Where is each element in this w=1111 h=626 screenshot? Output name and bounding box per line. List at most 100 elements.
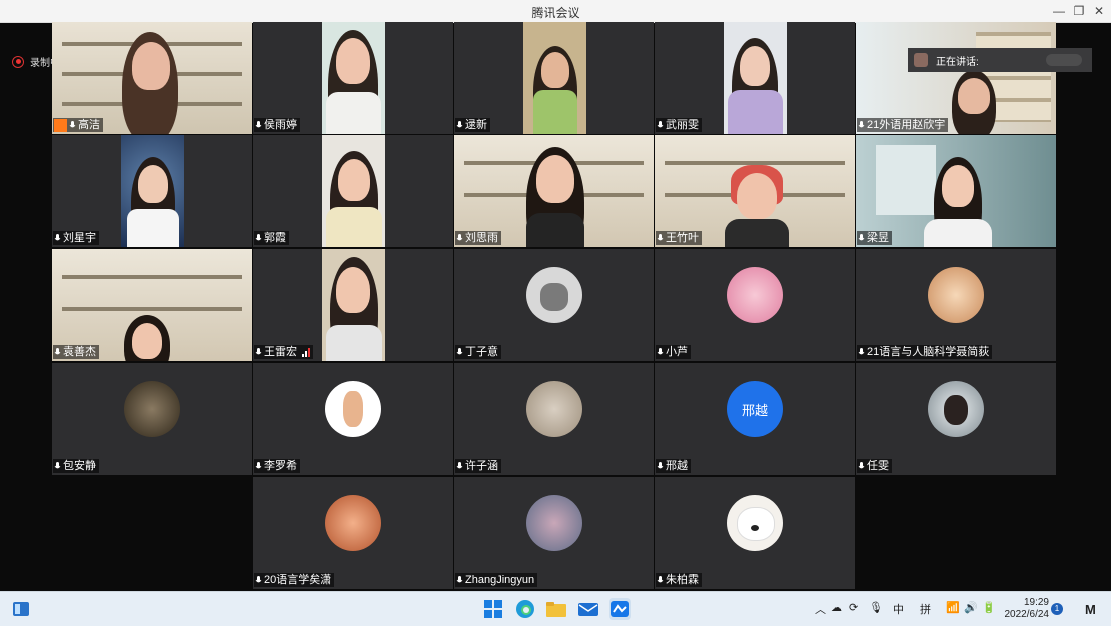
participant-tile[interactable]: 任雯 (856, 363, 1056, 475)
taskbar: ︿ ☁ ⟳ 🎙 中 拼 📶 🔊 🔋 19:29 2022/6/24 1 M (0, 591, 1111, 626)
participant-avatar (526, 381, 582, 437)
notification-badge[interactable]: 1 (1051, 603, 1063, 615)
participant-name: 刘思雨 (465, 232, 498, 244)
participant-name-bar: 郭霞 (254, 231, 289, 245)
participant-avatar (928, 381, 984, 437)
participant-tile[interactable]: 袁善杰 (52, 249, 252, 361)
participant-name: 邢越 (666, 460, 688, 472)
close-button[interactable]: ✕ (1088, 2, 1110, 20)
participant-tile[interactable]: 朱柏霖 (655, 477, 855, 589)
participant-name-bar: 梁昱 (857, 231, 892, 245)
restore-button[interactable]: ❐ (1068, 2, 1090, 20)
speaker-name-blurred (1046, 54, 1082, 66)
participant-name: 朱柏霖 (666, 574, 699, 586)
participant-tile[interactable]: 郭霞 (253, 135, 453, 247)
signal-strength-icon (302, 347, 310, 357)
tray-overflow-icon[interactable]: ︿ (815, 601, 826, 617)
sync-icon[interactable]: ⟳ (849, 601, 858, 614)
mic-icon (858, 347, 865, 357)
participant-tile[interactable]: 邢越 邢越 (655, 363, 855, 475)
start-icon[interactable] (482, 598, 504, 620)
ime-name[interactable]: 拼 (920, 601, 931, 617)
participant-name-bar: 许子涵 (455, 459, 501, 473)
participant-tile[interactable]: 梁昱 (856, 135, 1056, 247)
mic-icon (54, 347, 61, 357)
participant-tile[interactable]: 包安静 (52, 363, 252, 475)
minimize-button[interactable]: — (1048, 2, 1070, 20)
speaking-label: 正在讲话: (936, 56, 979, 68)
participant-tile[interactable]: 侯雨婷 (253, 22, 453, 134)
wifi-icon[interactable]: 📶 (946, 601, 960, 614)
battery-icon[interactable]: 🔋 (982, 601, 996, 614)
participant-name: 袁善杰 (63, 346, 96, 358)
participant-tile[interactable]: 逯新 (454, 22, 654, 134)
mail-icon[interactable] (577, 598, 599, 620)
participant-tile[interactable]: 21语言与人脑科学聂简荻 (856, 249, 1056, 361)
participant-name: 21外语用赵欣宇 (867, 119, 946, 131)
mic-icon (54, 461, 61, 471)
mic-icon (657, 120, 664, 130)
participant-tile[interactable]: 王竹叶 (655, 135, 855, 247)
microphone-icon[interactable]: 🎙 (869, 601, 883, 614)
widgets-icon[interactable] (10, 598, 32, 620)
file-explorer-icon[interactable] (545, 598, 567, 620)
participant-name: 梁昱 (867, 232, 889, 244)
participant-name-bar: 李罗希 (254, 459, 300, 473)
participant-avatar (325, 495, 381, 551)
participant-name-bar: 邢越 (656, 459, 691, 473)
participant-video (724, 22, 787, 134)
svg-text:M: M (1085, 602, 1096, 617)
participant-tile[interactable]: 武丽雯 (655, 22, 855, 134)
participant-name: 王竹叶 (666, 232, 699, 244)
participant-video (121, 135, 184, 247)
mic-icon (858, 233, 865, 243)
clock-time: 19:29 (1023, 597, 1049, 608)
input-method-icon[interactable]: M (1084, 598, 1106, 620)
participant-name: 21语言与人脑科学聂简荻 (867, 346, 990, 358)
participant-tile[interactable]: 刘星宇 (52, 135, 252, 247)
participant-name: 丁子意 (465, 346, 498, 358)
tencent-meeting-icon[interactable] (609, 598, 631, 620)
mic-icon (858, 120, 865, 130)
participant-name-bar: 袁善杰 (53, 345, 99, 359)
participant-name: 王雷宏 (264, 346, 297, 358)
participant-video (523, 22, 586, 134)
participant-avatar (526, 495, 582, 551)
ime-mode[interactable]: 中 (893, 601, 904, 617)
participant-tile[interactable]: 20语言学矣潇 (253, 477, 453, 589)
participant-tile[interactable]: ZhangJingyun (454, 477, 654, 589)
participant-tile[interactable]: 刘思雨 (454, 135, 654, 247)
participant-name: 李罗希 (264, 460, 297, 472)
participant-tile[interactable]: 李罗希 (253, 363, 453, 475)
mic-icon (255, 575, 262, 585)
window-title: 腾讯会议 (531, 6, 580, 20)
edge-browser-icon[interactable] (514, 598, 536, 620)
participant-name-bar: 朱柏霖 (656, 573, 702, 587)
participant-tile[interactable]: 王雷宏 (253, 249, 453, 361)
participant-name-bar: 逯新 (455, 118, 490, 132)
participant-tile[interactable]: 丁子意 (454, 249, 654, 361)
participant-tile[interactable]: 许子涵 (454, 363, 654, 475)
participant-video (322, 249, 385, 361)
onedrive-icon[interactable]: ☁ (831, 601, 842, 614)
participant-name: 小芦 (666, 346, 688, 358)
record-icon (12, 55, 24, 68)
participant-name-bar: 侯雨婷 (254, 118, 300, 132)
participant-avatar (727, 495, 783, 551)
participant-name-bar: 21语言与人脑科学聂简荻 (857, 345, 993, 359)
participant-name-bar: ZhangJingyun (455, 573, 538, 587)
participant-name-bar: 21外语用赵欣宇 (857, 118, 949, 132)
participant-name: 刘星宇 (63, 232, 96, 244)
participant-name: 逯新 (465, 119, 487, 131)
mic-icon (255, 461, 262, 471)
participant-name: 武丽雯 (666, 119, 699, 131)
volume-icon[interactable]: 🔊 (964, 601, 978, 614)
participant-avatar (526, 267, 582, 323)
participant-tile[interactable]: 高洁 (52, 22, 252, 134)
participant-name: 郭霞 (264, 232, 286, 244)
participant-tile[interactable]: 21外语用赵欣宇 (856, 22, 1056, 134)
participant-tile[interactable]: 小芦 (655, 249, 855, 361)
participant-name-bar: 20语言学矣潇 (254, 573, 335, 587)
clock[interactable]: 19:29 2022/6/24 (1005, 597, 1050, 621)
participant-name-bar: 高洁 (53, 118, 103, 132)
